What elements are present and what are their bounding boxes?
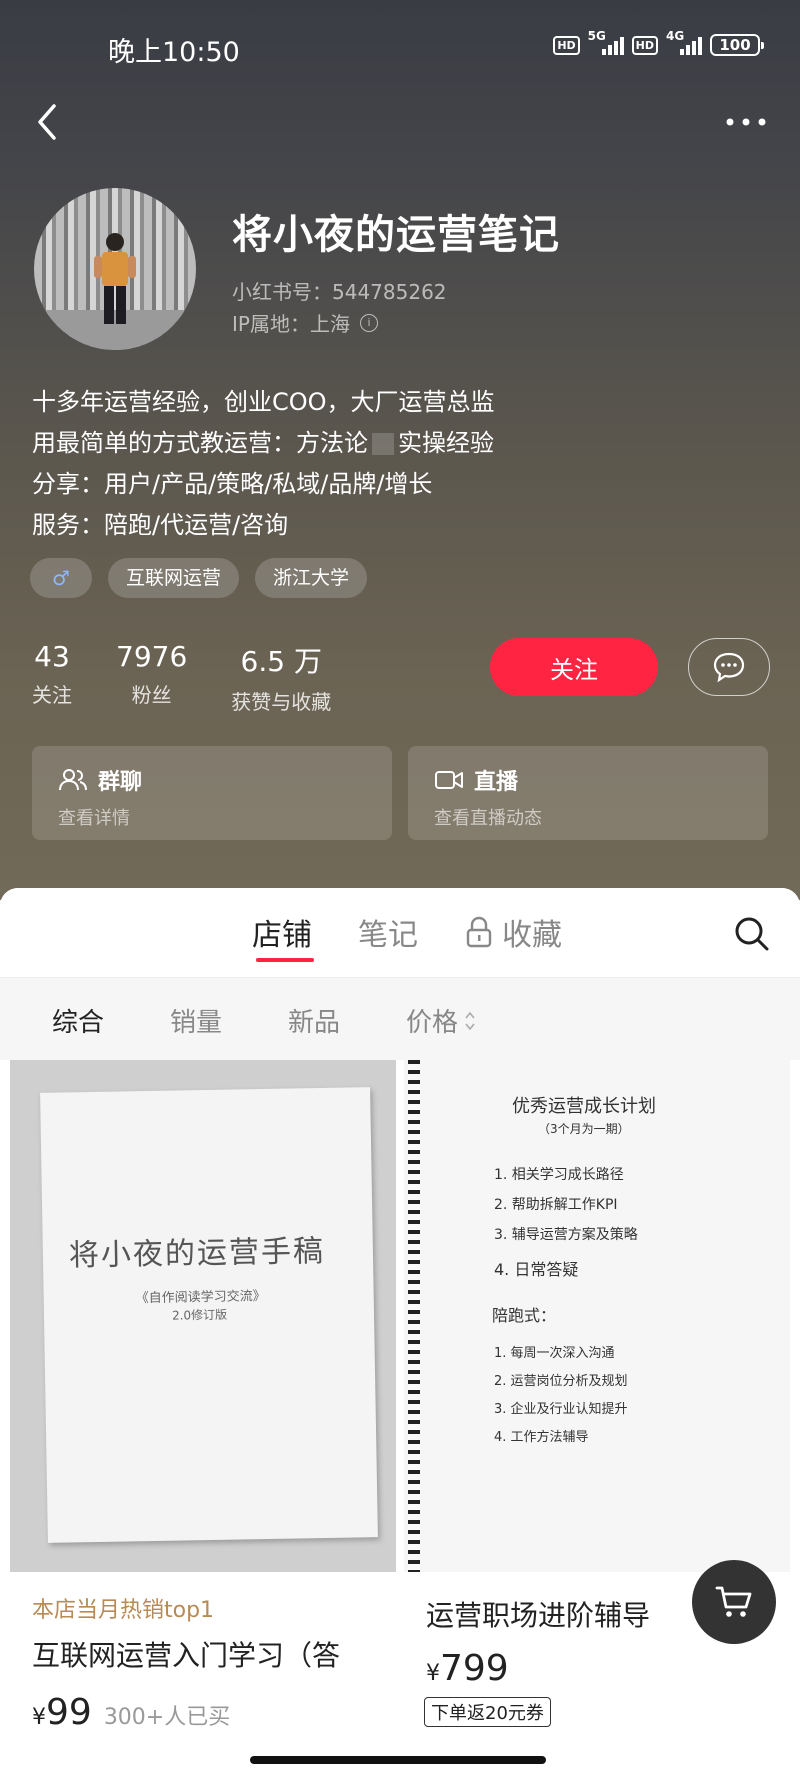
search-icon <box>735 917 769 951</box>
shopping-cart-icon <box>715 1586 752 1617</box>
spiral-binding <box>408 1060 420 1572</box>
lock-icon <box>466 916 492 948</box>
tab-collect[interactable]: 收藏 <box>466 910 562 954</box>
profile-bio: 十多年运营经验，创业COO，大厂运营总监 用最简单的方式教运营：方法论 实操经验 … <box>32 382 495 546</box>
follow-button[interactable]: 关注 <box>490 638 658 696</box>
product-price-row-1: ¥ 99 300+人已买 <box>32 1692 231 1733</box>
battery-icon: 100 <box>710 34 764 56</box>
content-sheet: 店铺 笔记 收藏 综合 销量 新品 价格 将小夜的运营手稿 《自作阅读学习交流》… <box>0 888 800 1778</box>
bio-line-4: 服务：陪跑/代运营/咨询 <box>32 511 289 539</box>
bio-line-2: 用最简单的方式教运营：方法论 实操经验 <box>32 429 494 457</box>
profile-name: 将小夜的运营笔记 <box>232 212 560 258</box>
person-figure-icon <box>94 233 136 324</box>
info-icon[interactable]: i <box>359 313 378 332</box>
product-card-1[interactable]: 将小夜的运营手稿 《自作阅读学习交流》 2.0修订版 本店当月热销top1 互联… <box>10 1060 396 1778</box>
sort-filter-bar: 综合 销量 新品 价格 <box>0 978 800 1060</box>
live-camera-icon <box>435 771 463 789</box>
live-subtitle: 查看直播动态 <box>434 808 542 829</box>
live-card[interactable]: 直播 查看直播动态 <box>408 746 768 840</box>
status-icons: HD 5G HD 4G 100 <box>553 29 764 56</box>
product-hot-badge: 本店当月热销top1 <box>32 1598 215 1623</box>
product-price-2: 799 <box>440 1648 509 1689</box>
chevron-left-icon <box>38 104 56 140</box>
gender-male-icon: ♂ <box>30 558 92 598</box>
plan2-item-4: 4. 工作方法辅导 <box>494 1430 589 1445</box>
stat-followers[interactable]: 7976 粉丝 <box>116 640 187 715</box>
plan2-item-3: 3. 企业及行业认知提升 <box>494 1402 628 1417</box>
tag-zju[interactable]: 浙江大学 <box>255 558 368 598</box>
chat-bubble-icon <box>713 652 745 683</box>
plan2-item-2: 2. 运营岗位分析及规划 <box>494 1374 628 1389</box>
home-indicator[interactable] <box>250 1756 546 1764</box>
notebook-subtitle: 《自作阅读学习交流》 <box>135 1289 266 1307</box>
tab-notes[interactable]: 笔记 <box>358 910 418 954</box>
status-time: 晚上10:50 <box>108 37 240 68</box>
hd-icon: HD <box>553 35 580 55</box>
avatar[interactable] <box>34 188 196 350</box>
plan-item-4: 4. 日常答疑 <box>494 1260 579 1279</box>
notebook-edition: 2.0修订版 <box>171 1307 228 1323</box>
plan-subtitle: （3个月为一期） <box>538 1122 630 1136</box>
message-button[interactable] <box>688 638 770 696</box>
product-card-2[interactable]: 优秀运营成长计划 （3个月为一期） 1. 相关学习成长路径 2. 帮助拆解工作K… <box>404 1060 790 1778</box>
profile-stats: 43 关注 7976 粉丝 6.5 万 获赞与收藏 <box>32 640 375 715</box>
product-title-1: 互联网运营入门学习（答 <box>32 1639 341 1672</box>
product-price-row-2: ¥ 799 <box>426 1648 509 1689</box>
plus-emoji-icon <box>372 433 394 455</box>
notebook-title: 将小夜的运营手稿 <box>68 1233 326 1274</box>
hd-icon-2: HD <box>631 35 658 55</box>
filter-sales[interactable]: 销量 <box>170 1002 222 1039</box>
notebook-cover: 将小夜的运营手稿 《自作阅读学习交流》 2.0修订版 <box>40 1087 378 1543</box>
more-button[interactable] <box>722 110 770 134</box>
tab-active-indicator <box>256 958 314 962</box>
product-image-1: 将小夜的运营手稿 《自作阅读学习交流》 2.0修订版 <box>10 1060 396 1572</box>
group-chat-card[interactable]: 群聊 查看详情 <box>32 746 392 840</box>
plan-item-1: 1. 相关学习成长路径 <box>494 1167 624 1183</box>
plan-item-2: 2. 帮助拆解工作KPI <box>494 1197 618 1213</box>
more-dots-icon <box>726 118 766 126</box>
product-image-2: 优秀运营成长计划 （3个月为一期） 1. 相关学习成长路径 2. 帮助拆解工作K… <box>404 1060 790 1572</box>
filter-new[interactable]: 新品 <box>288 1002 340 1039</box>
signal-4g-icon: 4G <box>666 29 702 55</box>
tab-shop[interactable]: 店铺 <box>252 910 312 954</box>
profile-tags: ♂ 互联网运营 浙江大学 <box>30 558 368 598</box>
coupon-badge: 下单返20元券 <box>424 1697 551 1727</box>
ip-location: IP属地：上海 i <box>232 308 378 337</box>
profile-header: 晚上10:50 HD 5G HD 4G 100 将小夜的运营笔记 小红书号：54… <box>0 0 800 900</box>
filter-all[interactable]: 综合 <box>52 1002 104 1039</box>
plan-item-3: 3. 辅导运营方案及策略 <box>494 1227 638 1243</box>
tag-internet-ops[interactable]: 互联网运营 <box>108 558 240 598</box>
filter-price[interactable]: 价格 <box>406 1002 476 1039</box>
group-chat-title: 群聊 <box>98 770 143 795</box>
plan2-item-1: 1. 每周一次深入沟通 <box>494 1346 615 1361</box>
stat-likes[interactable]: 6.5 万 获赞与收藏 <box>231 640 331 715</box>
search-button[interactable] <box>732 914 772 954</box>
signal-5g-icon: 5G <box>588 29 624 55</box>
plan-title: 优秀运营成长计划 <box>512 1096 656 1117</box>
feature-cards: 群聊 查看详情 直播 查看直播动态 <box>32 746 768 840</box>
bio-line-3: 分享：用户/产品/策略/私域/品牌/增长 <box>32 470 433 498</box>
ip-location-text: IP属地：上海 <box>232 312 350 336</box>
back-button[interactable] <box>30 100 70 144</box>
product-price-1: 99 <box>46 1692 92 1733</box>
plan-heading-2: 陪跑式： <box>492 1306 557 1325</box>
group-chat-subtitle: 查看详情 <box>58 808 130 829</box>
tab-bar: 店铺 笔记 收藏 <box>0 888 800 978</box>
group-users-icon <box>59 769 87 791</box>
red-id: 小红书号：544785262 <box>232 280 447 304</box>
product-sold-1: 300+人已买 <box>103 1705 231 1730</box>
bio-line-1: 十多年运营经验，创业COO，大厂运营总监 <box>32 388 495 416</box>
cart-button[interactable] <box>692 1560 776 1644</box>
live-title: 直播 <box>474 770 519 795</box>
sort-arrows-icon <box>465 1011 475 1030</box>
stat-following[interactable]: 43 关注 <box>32 640 72 715</box>
